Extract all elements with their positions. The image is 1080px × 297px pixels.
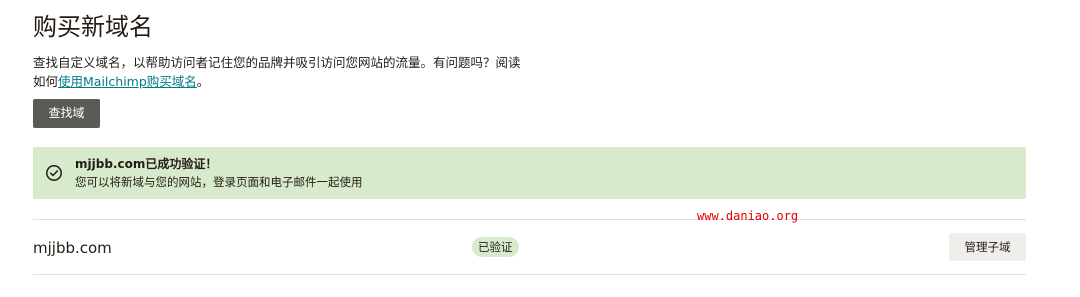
page-title: 购买新域名 [33, 13, 153, 41]
description-line-1: 查找自定义域名，以帮助访问者记住您的品牌并吸引访问您网站的流量。有问题吗？阅读 [33, 55, 521, 70]
divider-top [33, 219, 1026, 220]
description-line-2: 如何使用Mailchimp购买域名。 [33, 72, 543, 91]
description-prefix: 如何 [33, 74, 59, 89]
check-circle-icon [46, 165, 62, 181]
manage-subdomains-button[interactable]: 管理子域 [949, 233, 1026, 261]
success-banner: mjjbb.com已成功验证！ 您可以将新域与您的网站，登录页面和电子邮件一起使… [33, 147, 1026, 199]
find-domain-button[interactable]: 查找域 [33, 99, 100, 128]
status-badge: 已验证 [472, 237, 519, 257]
banner-subtitle: 您可以将新域与您的网站，登录页面和电子邮件一起使用 [75, 175, 363, 189]
domains-page: 购买新域名 查找自定义域名，以帮助访问者记住您的品牌并吸引访问您网站的流量。有问… [0, 0, 1080, 297]
page-description: 查找自定义域名，以帮助访问者记住您的品牌并吸引访问您网站的流量。有问题吗？阅读 … [33, 53, 543, 91]
divider-bottom [33, 274, 1026, 275]
purchase-domain-help-link[interactable]: 使用Mailchimp购买域名 [58, 74, 197, 89]
banner-title: mjjbb.com已成功验证！ [75, 157, 218, 171]
domain-name: mjjbb.com [33, 239, 112, 257]
watermark-text: www.daniao.org [697, 209, 799, 223]
description-suffix: 。 [196, 74, 210, 89]
